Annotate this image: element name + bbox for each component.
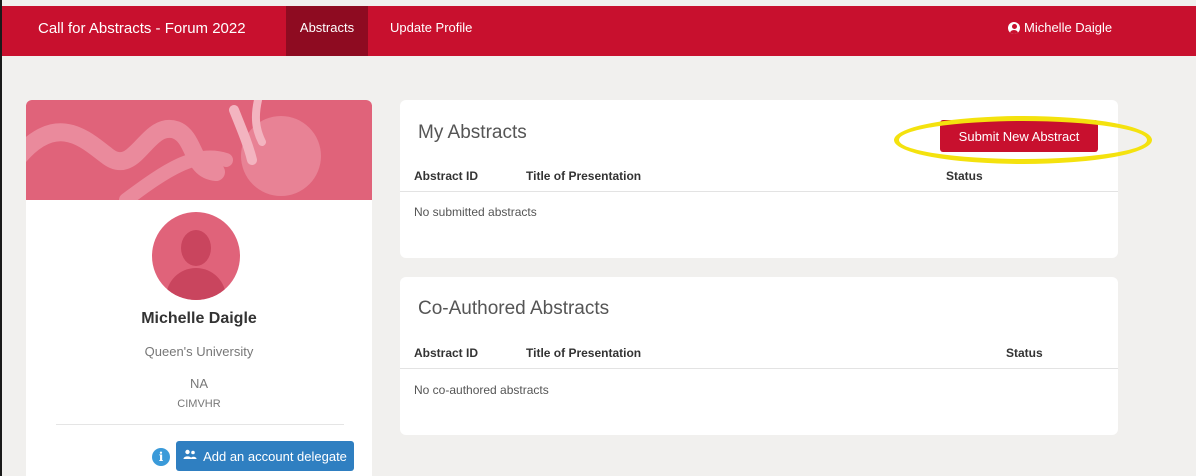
user-name: Michelle Daigle [1024, 20, 1113, 35]
info-icon[interactable]: i [152, 448, 170, 466]
column-header-abstract-id: Abstract ID [414, 346, 479, 360]
empty-message: No submitted abstracts [414, 205, 537, 219]
profile-name: Michelle Daigle [141, 310, 257, 327]
brand-title[interactable]: Call for Abstracts - Forum 2022 [38, 20, 246, 37]
column-header-status: Status [1006, 346, 1043, 360]
top-navbar: Call for Abstracts - Forum 2022 Abstract… [2, 0, 1196, 56]
table-header-divider [400, 368, 1118, 369]
user-circle-icon [1008, 21, 1020, 34]
profile-field-na: NA [189, 376, 209, 391]
profile-card: Michelle Daigle Queen's University NA CI… [26, 100, 372, 476]
profile-field-affiliation: CIMVHR [177, 398, 221, 410]
co-authored-title: Co-Authored Abstracts [418, 298, 610, 319]
add-delegate-label: Add an account delegate [203, 448, 347, 464]
avatar [152, 212, 240, 300]
banner-pattern [26, 100, 321, 207]
nav-abstracts[interactable]: Abstracts [286, 6, 368, 56]
nav-update-profile[interactable]: Update Profile [390, 20, 472, 35]
profile-banner [26, 100, 372, 207]
my-abstracts-panel: My Abstracts Submit New Abstract Abstrac… [400, 100, 1152, 258]
column-header-title: Title of Presentation [526, 169, 642, 183]
add-delegate-button[interactable]: Add an account delegate [176, 441, 354, 471]
nav-abstracts-label: Abstracts [299, 19, 355, 35]
table-header-divider [400, 191, 1118, 192]
users-icon [183, 449, 197, 463]
user-menu[interactable]: Michelle Daigle [1008, 20, 1112, 35]
my-abstracts-title: My Abstracts [418, 122, 527, 143]
avatar-head [181, 230, 211, 266]
co-authored-panel: Co-Authored Abstracts Abstract ID Title … [400, 277, 1118, 435]
column-header-title: Title of Presentation [526, 346, 642, 360]
profile-organization: Queen's University [144, 344, 254, 359]
column-header-abstract-id: Abstract ID [414, 169, 479, 183]
empty-message: No co-authored abstracts [414, 383, 549, 397]
highlight-annotation [894, 116, 1152, 164]
column-header-status: Status [946, 169, 983, 183]
avatar-body [166, 268, 226, 300]
profile-divider [56, 424, 344, 425]
